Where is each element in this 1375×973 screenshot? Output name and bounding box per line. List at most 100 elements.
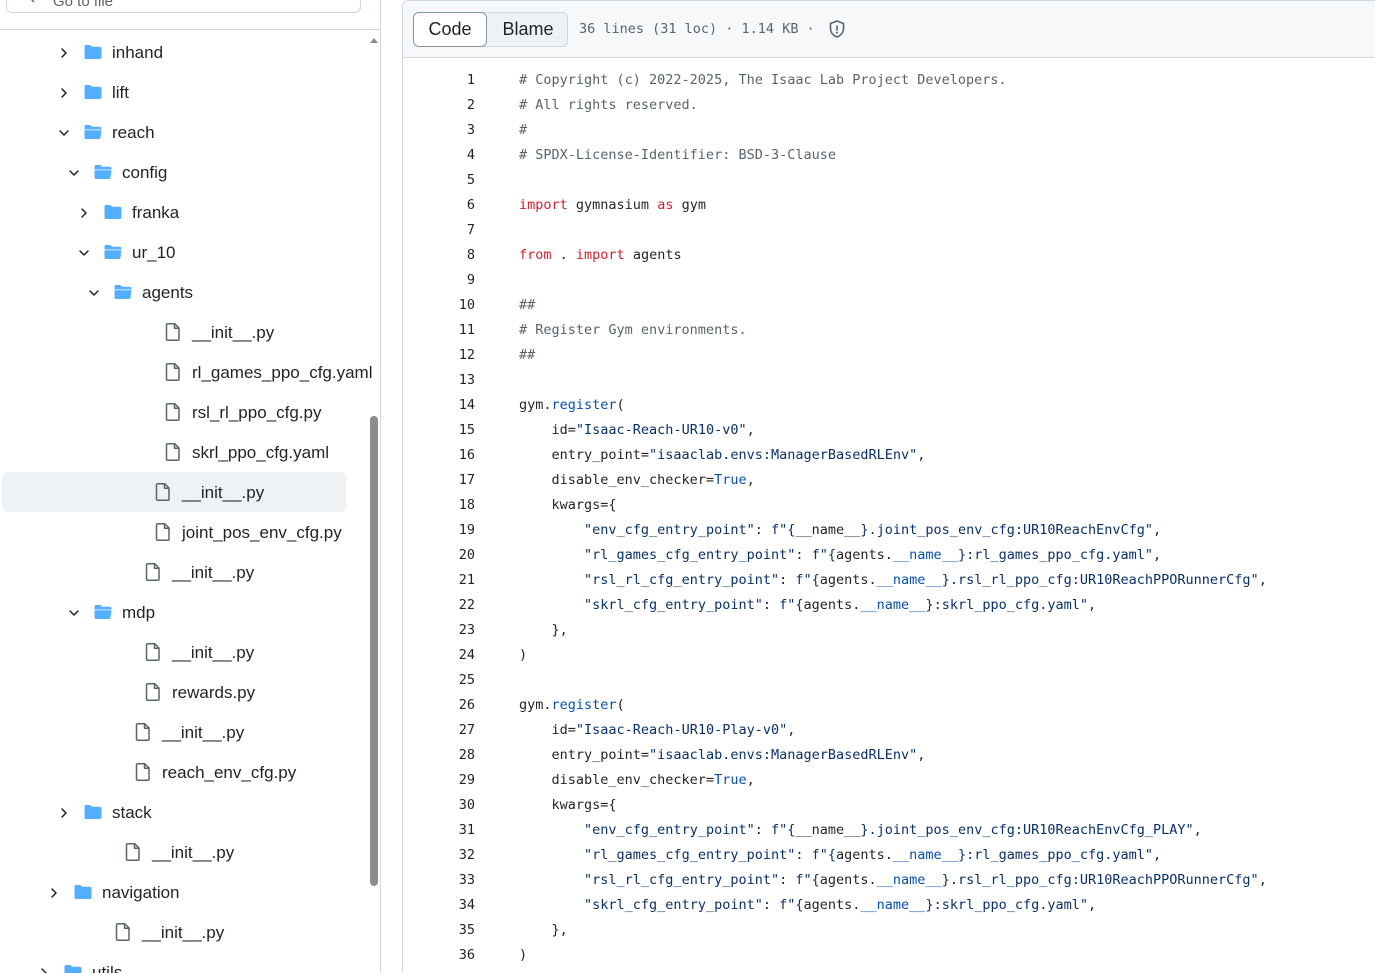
line-number[interactable]: 20 xyxy=(403,543,475,568)
tree-file-item[interactable]: __init__.py xyxy=(2,312,346,352)
chevron-down-icon[interactable] xyxy=(68,166,80,178)
file-tree: inhand lift reach config franka ur_10 agents __… xyxy=(0,30,372,973)
code-token: agents. xyxy=(819,572,877,588)
line-number[interactable]: 10 xyxy=(403,293,475,318)
line-number[interactable]: 33 xyxy=(403,868,475,893)
line-number[interactable]: 8 xyxy=(403,243,475,268)
tree-folder-item[interactable]: navigation xyxy=(2,872,346,912)
shield-icon[interactable] xyxy=(827,19,847,39)
line-number[interactable]: 31 xyxy=(403,818,475,843)
tree-file-item[interactable]: reach_env_cfg.py xyxy=(2,752,346,792)
chevron-down-icon[interactable] xyxy=(58,126,70,138)
code-token: }:skrl_ppo_cfg.yaml" xyxy=(925,897,1088,913)
line-number[interactable]: 30 xyxy=(403,793,475,818)
line-number[interactable]: 34 xyxy=(403,893,475,918)
line-number[interactable]: 17 xyxy=(403,468,475,493)
tree-file-item[interactable]: rewards.py xyxy=(2,672,346,712)
line-number[interactable]: 28 xyxy=(403,743,475,768)
tree-folder-item[interactable]: config xyxy=(2,152,346,192)
code-line: 22 "skrl_cfg_entry_point": f"{agents.__n… xyxy=(403,593,1375,618)
blame-tab[interactable]: Blame xyxy=(487,13,569,46)
code-line: 30 kwargs={ xyxy=(403,793,1375,818)
tree-file-item[interactable]: joint_pos_env_cfg.py xyxy=(2,512,346,552)
line-number[interactable]: 24 xyxy=(403,643,475,668)
code-line: 21 "rsl_rl_cfg_entry_point": f"{agents._… xyxy=(403,568,1375,593)
code-token: , xyxy=(1193,822,1202,838)
tree-item-label: reach xyxy=(112,123,155,142)
tree-file-item[interactable]: __init__.py xyxy=(2,912,346,952)
line-number[interactable]: 13 xyxy=(403,368,475,393)
line-number[interactable]: 21 xyxy=(403,568,475,593)
chevron-right-icon[interactable] xyxy=(58,86,70,98)
tree-folder-item[interactable]: stack xyxy=(2,792,346,832)
tree-folder-item[interactable]: lift xyxy=(2,72,346,112)
line-number[interactable]: 1 xyxy=(403,68,475,93)
line-number[interactable]: 36 xyxy=(403,943,475,968)
tree-file-item[interactable]: __init__.py xyxy=(2,632,346,672)
code-line: 23 }, xyxy=(403,618,1375,643)
tree-file-item[interactable]: skrl_ppo_cfg.yaml xyxy=(2,432,346,472)
tree-file-item[interactable]: __init__.py xyxy=(2,832,346,872)
file-icon xyxy=(113,922,133,942)
tree-folder-item[interactable]: inhand xyxy=(2,32,346,72)
line-number[interactable]: 2 xyxy=(403,93,475,118)
tree-file-item[interactable]: rl_games_ppo_cfg.yaml xyxy=(2,352,372,392)
line-number[interactable]: 7 xyxy=(403,218,475,243)
chevron-right-icon[interactable] xyxy=(78,206,90,218)
code-token: agents. xyxy=(836,547,893,563)
line-code: "rsl_rl_cfg_entry_point": f"{agents.__na… xyxy=(519,568,1267,593)
chevron-down-icon[interactable] xyxy=(68,606,80,618)
line-number[interactable]: 16 xyxy=(403,443,475,468)
chevron-down-icon[interactable] xyxy=(78,246,90,258)
code-token: : xyxy=(795,847,812,863)
tree-folder-item[interactable]: mdp xyxy=(2,592,346,632)
tree-file-item[interactable]: rsl_rl_ppo_cfg.py xyxy=(2,392,346,432)
code-token: ## xyxy=(519,297,536,313)
go-to-file-input[interactable]: Go to file xyxy=(6,0,361,13)
sidebar-scrollbar[interactable] xyxy=(368,30,380,973)
tree-file-item[interactable]: __init__.py xyxy=(2,552,346,592)
file-icon xyxy=(153,522,173,542)
line-number[interactable]: 23 xyxy=(403,618,475,643)
tree-file-item[interactable]: __init__.py xyxy=(2,712,346,752)
tree-file-item[interactable]: __init__.py xyxy=(2,472,346,512)
code-token: __name__ xyxy=(795,822,861,838)
line-number[interactable]: 4 xyxy=(403,143,475,168)
tree-folder-item[interactable]: reach xyxy=(2,112,346,152)
line-number[interactable]: 19 xyxy=(403,518,475,543)
line-number[interactable]: 3 xyxy=(403,118,475,143)
tree-folder-item[interactable]: utils xyxy=(2,952,346,973)
line-number[interactable]: 32 xyxy=(403,843,475,868)
chevron-right-icon[interactable] xyxy=(38,966,50,973)
line-number[interactable]: 6 xyxy=(403,193,475,218)
line-number[interactable]: 11 xyxy=(403,318,475,343)
chevron-right-icon[interactable] xyxy=(58,806,70,818)
line-number[interactable]: 22 xyxy=(403,593,475,618)
tree-item-label: utils xyxy=(92,963,123,973)
line-number[interactable]: 14 xyxy=(403,393,475,418)
file-icon xyxy=(133,722,153,742)
line-number[interactable]: 12 xyxy=(403,343,475,368)
code-tab[interactable]: Code xyxy=(413,12,487,47)
line-number[interactable]: 26 xyxy=(403,693,475,718)
scrollbar-thumb[interactable] xyxy=(370,416,378,886)
code-token: , xyxy=(746,422,755,438)
code-line: 26 gym.register( xyxy=(403,693,1375,718)
chevron-down-icon[interactable] xyxy=(88,286,100,298)
line-number[interactable]: 5 xyxy=(403,168,475,193)
chevron-right-icon[interactable] xyxy=(48,886,60,898)
line-number[interactable]: 15 xyxy=(403,418,475,443)
line-number[interactable]: 29 xyxy=(403,768,475,793)
code-token: kwargs={ xyxy=(519,497,617,513)
chevron-right-icon[interactable] xyxy=(58,46,70,58)
line-number[interactable]: 35 xyxy=(403,918,475,943)
file-icon xyxy=(123,842,143,862)
line-number[interactable]: 25 xyxy=(403,668,475,693)
line-number[interactable]: 18 xyxy=(403,493,475,518)
line-number[interactable]: 27 xyxy=(403,718,475,743)
tree-folder-item[interactable]: agents xyxy=(2,272,346,312)
line-number[interactable]: 9 xyxy=(403,268,475,293)
scroll-up-arrow-icon[interactable] xyxy=(369,36,379,44)
tree-folder-item[interactable]: franka xyxy=(2,192,346,232)
tree-folder-item[interactable]: ur_10 xyxy=(2,232,346,272)
